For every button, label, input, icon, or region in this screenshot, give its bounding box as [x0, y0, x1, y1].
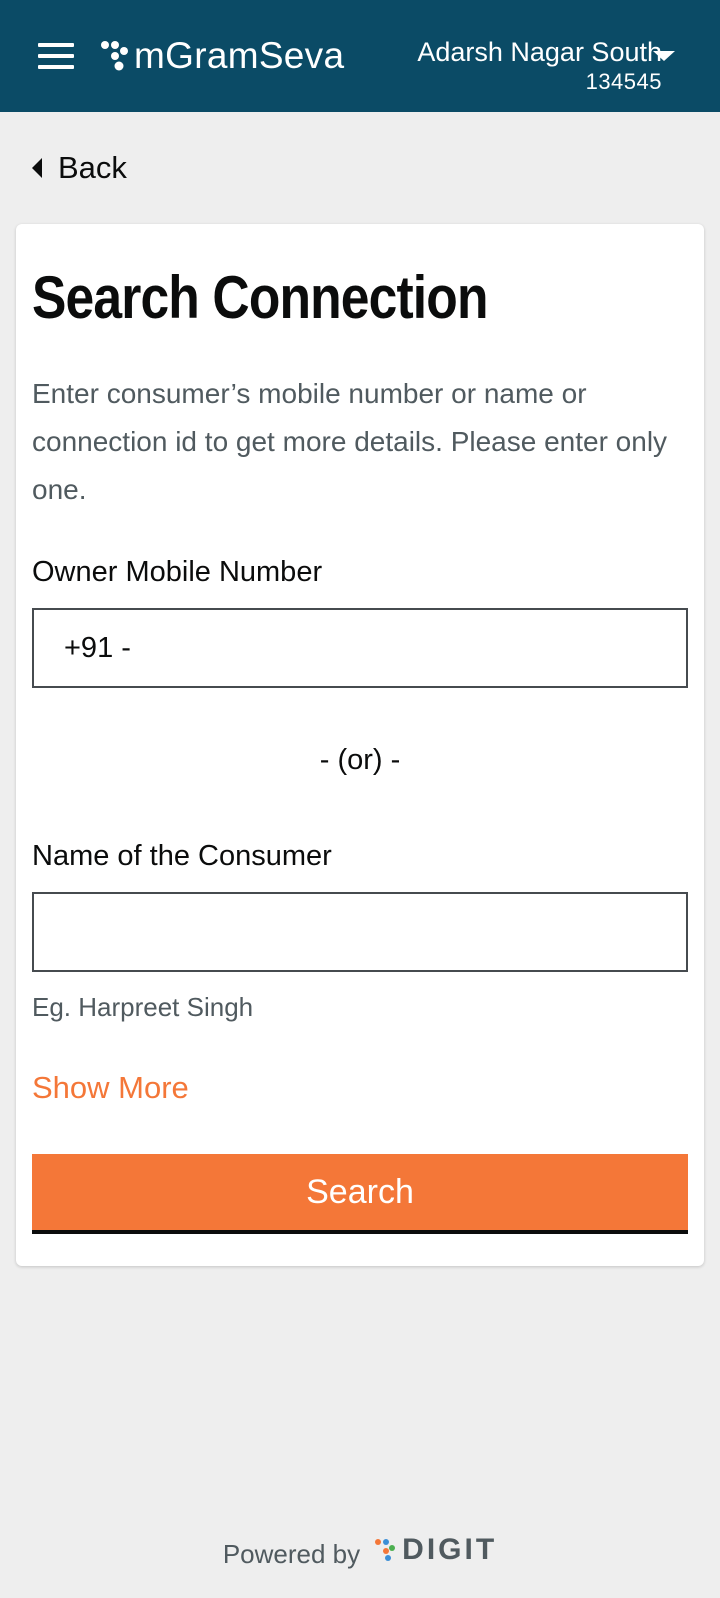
caret-down-icon[interactable] — [653, 51, 675, 61]
hamburger-menu-icon[interactable] — [38, 43, 74, 69]
search-connection-card: Search Connection Enter consumer’s mobil… — [16, 224, 704, 1266]
show-more-link[interactable]: Show More — [32, 1068, 189, 1108]
mobile-number-label: Owner Mobile Number — [32, 556, 323, 588]
search-button[interactable]: Search — [32, 1154, 688, 1234]
caret-left-icon — [32, 158, 42, 178]
digit-brand: DIGIT — [402, 1533, 498, 1566]
consumer-name-field[interactable] — [32, 892, 688, 972]
tenant-code: 134545 — [585, 69, 662, 94]
brand: mGramSeva — [100, 34, 344, 78]
app-name: mGramSeva — [134, 35, 345, 76]
consumer-name-label: Name of the Consumer — [32, 840, 332, 872]
consumer-name-input[interactable] — [34, 894, 686, 970]
app-header: mGramSeva Adarsh Nagar South 134545 — [0, 0, 720, 112]
country-code-prefix: +91 - — [64, 631, 131, 664]
digit-logo-icon — [375, 1539, 396, 1561]
consumer-name-hint: Eg. Harpreet Singh — [32, 992, 254, 1022]
tenant-name: Adarsh Nagar South — [417, 37, 662, 67]
powered-by-text: Powered by — [222, 1538, 361, 1569]
back-label: Back — [58, 150, 127, 185]
mobile-number-input[interactable] — [130, 610, 686, 686]
or-separator: - (or) - — [319, 744, 401, 776]
footer: Powered by DIGIT — [0, 1530, 720, 1570]
back-link[interactable]: Back — [32, 148, 127, 188]
mobile-number-field[interactable]: +91 - — [32, 608, 688, 688]
digit-logo: DIGIT — [374, 1533, 497, 1567]
tenant-selector[interactable]: Adarsh Nagar South 134545 — [417, 36, 662, 95]
page-description: Enter consumer’s mobile number or name o… — [32, 378, 668, 505]
mgramseva-logo-icon — [101, 41, 128, 71]
page-title: Search Connection — [32, 264, 488, 331]
